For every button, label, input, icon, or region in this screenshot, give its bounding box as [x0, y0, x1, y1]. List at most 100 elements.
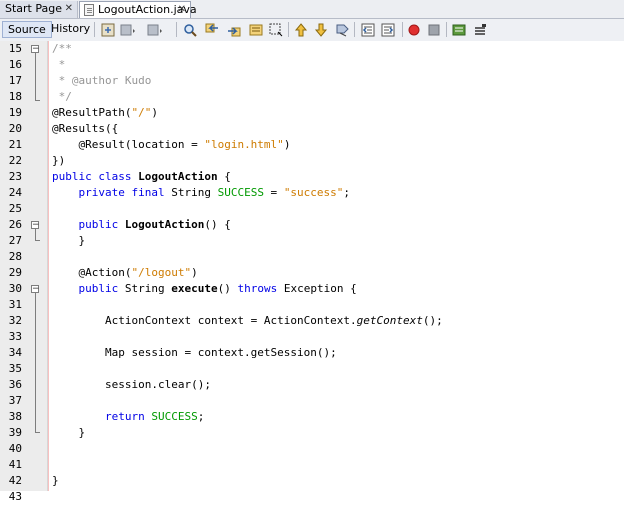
line-number-gutter: 15 16 17 18 19 20 21 22 23 24 25 26 27 2… [0, 41, 48, 503]
string-literal: "login.html" [204, 138, 284, 151]
string-literal: "/" [131, 106, 152, 119]
tab-start-page-label: Start Page [5, 2, 62, 15]
line-number: 24 [8, 186, 22, 199]
line-number: 26 [8, 218, 22, 231]
line-number: 21 [8, 138, 22, 151]
line-number: 42 [8, 474, 22, 487]
line-number: 22 [8, 154, 22, 167]
code-line: session.clear(); [52, 378, 211, 391]
java-file-icon [84, 4, 94, 16]
code-line: } [52, 426, 86, 439]
editor-tab-bar: Start Page ✕ LogoutAction.java ✕ [0, 0, 624, 19]
code-line: public String execute() throws Exception… [52, 281, 357, 297]
code-line: Map session = context.getSession(); [52, 346, 337, 359]
line-number: 30 [8, 282, 22, 295]
code-line: } [52, 234, 86, 247]
fold-end [35, 100, 40, 101]
fold-collapse-icon[interactable]: − [31, 221, 40, 230]
constant-name: SUCCESS [151, 410, 198, 423]
line-number: 33 [8, 330, 22, 343]
keyword: public [78, 282, 119, 295]
code-line: ActionContext context = ActionContext.ge… [52, 313, 443, 329]
toolbar-separator [94, 22, 95, 37]
code-line: @Results({ [52, 122, 119, 135]
fold-guide [35, 293, 36, 432]
close-icon[interactable]: ✕ [178, 2, 186, 18]
shift-left-icon[interactable] [360, 22, 376, 38]
find-prev-icon[interactable] [204, 22, 220, 38]
line-number: 34 [8, 346, 22, 359]
editor-toolbar: Source History [0, 19, 624, 42]
line-number: 23 [8, 170, 22, 183]
history-button[interactable]: History [46, 21, 95, 38]
fold-collapse-icon[interactable]: − [31, 45, 40, 54]
code-line: return SUCCESS; [52, 409, 204, 425]
shift-right-icon[interactable] [380, 22, 396, 38]
toggle-rect-select-icon[interactable] [268, 22, 284, 38]
close-icon[interactable]: ✕ [65, 1, 73, 17]
code-text: ) [191, 266, 198, 279]
line-number: 41 [8, 458, 22, 471]
line-number: 27 [8, 234, 22, 247]
code-text: ) [283, 138, 291, 151]
annotation-text: @Result(location = [52, 138, 205, 151]
line-number: 17 [8, 74, 22, 87]
back-icon[interactable] [120, 22, 136, 38]
code-text: ActionContext context = ActionContext. [52, 314, 357, 327]
comment-icon[interactable] [451, 22, 467, 38]
line-number: 35 [8, 362, 22, 375]
code-editor[interactable]: /** * * @author Kudo */ @ResultPath("/")… [48, 41, 624, 491]
find-next-icon[interactable] [226, 22, 242, 38]
toolbar-separator [354, 22, 355, 37]
code-line: /** [52, 42, 72, 55]
string-literal: "success" [283, 186, 344, 199]
source-button[interactable]: Source [2, 21, 52, 38]
code-text: ; [343, 186, 351, 199]
annotation-text: @Action( [52, 266, 132, 279]
code-text: Exception { [277, 282, 357, 295]
toolbar-separator [176, 22, 177, 37]
find-icon[interactable] [182, 22, 198, 38]
toolbar-separator [288, 22, 289, 37]
fold-guide [35, 53, 36, 100]
forward-icon[interactable] [147, 22, 163, 38]
line-number: 39 [8, 426, 22, 439]
line-number: 31 [8, 298, 22, 311]
keyword: public [78, 218, 119, 231]
line-number: 28 [8, 250, 22, 263]
fold-collapse-icon[interactable]: − [31, 285, 40, 294]
line-number: 16 [8, 58, 22, 71]
toggle-bookmark-icon[interactable] [334, 22, 350, 38]
next-bookmark-icon[interactable] [313, 22, 329, 38]
last-edit-icon[interactable] [100, 22, 116, 38]
line-number: 32 [8, 314, 22, 327]
line-number: 20 [8, 122, 22, 135]
toggle-highlight-icon[interactable] [248, 22, 264, 38]
static-method-call: getContext [356, 314, 423, 327]
keyword: throws [237, 282, 278, 295]
annotation-text: @ResultPath( [52, 106, 132, 119]
keyword: return [104, 410, 145, 423]
code-line: @ResultPath("/") [52, 105, 158, 121]
code-line: } [52, 474, 59, 487]
method-name: execute [171, 282, 218, 295]
stop-macro-icon[interactable] [426, 22, 442, 38]
code-text: () { [204, 218, 231, 231]
line-number: 43 [8, 490, 22, 503]
keyword: public class [52, 170, 132, 183]
toolbar-separator [446, 22, 447, 37]
tab-logout-action[interactable]: LogoutAction.java ✕ [79, 1, 197, 18]
code-line: private final String SUCCESS = "success"… [52, 185, 351, 201]
method-name: LogoutAction [118, 218, 205, 231]
start-macro-icon[interactable] [406, 22, 422, 38]
tab-start-page[interactable]: Start Page ✕ [0, 1, 78, 18]
line-number: 29 [8, 266, 22, 279]
fold-end [35, 432, 40, 433]
uncomment-icon[interactable] [472, 22, 488, 38]
code-line: @Result(location = "login.html") [52, 137, 290, 153]
prev-bookmark-icon[interactable] [293, 22, 309, 38]
